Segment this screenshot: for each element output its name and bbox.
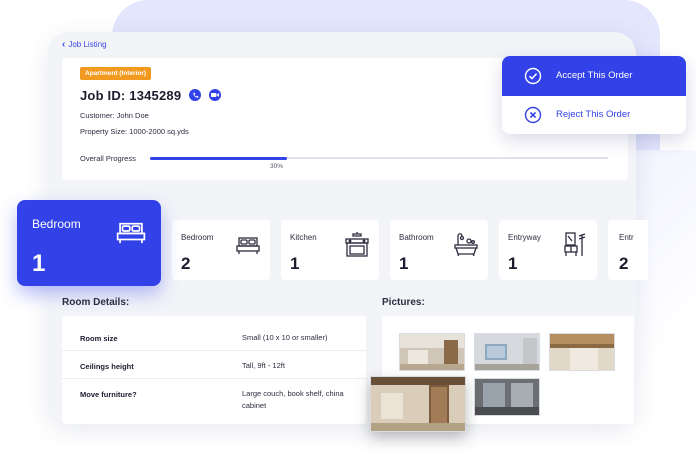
customer-name: Customer: John Doe: [80, 111, 149, 120]
selected-room-name: Bedroom: [32, 217, 81, 231]
stove-icon: [345, 232, 369, 257]
room-card-partial[interactable]: Entr 2: [608, 220, 648, 280]
phone-icon[interactable]: [189, 89, 201, 101]
room-photo-enlarged[interactable]: [370, 376, 466, 432]
room-name: Kitchen: [290, 233, 317, 242]
progress-label: Overall Progress: [80, 154, 136, 163]
room-card-entryway[interactable]: Entryway 1: [499, 220, 597, 280]
entryway-icon: [564, 232, 586, 256]
accept-order-label: Accept This Order: [556, 70, 633, 81]
bed-icon: [116, 222, 146, 244]
reject-order-label: Reject This Order: [556, 109, 631, 120]
bathtub-icon: [454, 233, 478, 257]
detail-value: Small (10 x 10 or smaller): [242, 333, 328, 342]
close-circle-icon: [524, 106, 542, 124]
room-name: Entr: [619, 233, 634, 242]
room-count: 1: [290, 254, 300, 273]
room-name: Bedroom: [181, 233, 214, 242]
bed-icon: [236, 237, 260, 254]
progress-percent: 30%: [270, 163, 284, 170]
video-call-icon[interactable]: [209, 89, 221, 101]
pictures-title: Pictures:: [382, 297, 425, 308]
chevron-left-icon: ‹: [62, 38, 66, 50]
room-count: 1: [508, 254, 518, 273]
order-action-menu: Accept This Order Reject This Order: [502, 56, 686, 134]
detail-label: Room size: [80, 334, 118, 343]
room-count: 2: [619, 254, 629, 273]
back-link-label: Job Listing: [68, 40, 107, 49]
room-count: 2: [181, 254, 191, 273]
room-photo-thumbnail[interactable]: [549, 333, 615, 371]
job-id: Job ID: 1345289: [80, 88, 182, 103]
accept-order-button[interactable]: Accept This Order: [502, 56, 686, 96]
table-row-divider: [62, 350, 366, 351]
progress-fill: [150, 156, 288, 160]
property-size: Property Size: 1000-2000 sq.yds: [80, 127, 189, 136]
reject-order-button[interactable]: Reject This Order: [502, 96, 686, 134]
back-link[interactable]: ‹ Job Listing: [62, 38, 107, 50]
room-name: Entryway: [508, 233, 541, 242]
room-card-selected[interactable]: Bedroom 1: [17, 200, 161, 286]
selected-room-count: 1: [32, 250, 46, 277]
room-count: 1: [399, 254, 409, 273]
progress-bar: [150, 156, 608, 160]
detail-value: Large couch, book shelf, china cabinet: [242, 389, 344, 410]
detail-value: Tall, 9ft - 12ft: [242, 361, 285, 370]
room-card-bathroom[interactable]: Bathroom 1: [390, 220, 488, 280]
room-photo-thumbnail[interactable]: [399, 333, 465, 371]
detail-label: Move furniture?: [80, 390, 137, 399]
property-type-badge: Apartment (Interior): [80, 67, 152, 80]
room-card-kitchen[interactable]: Kitchen 1: [281, 220, 379, 280]
table-row-divider: [62, 378, 366, 379]
room-card-bedroom[interactable]: Bedroom 2: [172, 220, 270, 280]
detail-label: Ceilings height: [80, 362, 134, 371]
room-photo-thumbnail[interactable]: [474, 378, 540, 416]
room-photo-thumbnail[interactable]: [474, 333, 540, 371]
room-name: Bathroom: [399, 233, 434, 242]
check-circle-icon: [524, 67, 542, 85]
room-details-title: Room Details:: [62, 297, 130, 308]
